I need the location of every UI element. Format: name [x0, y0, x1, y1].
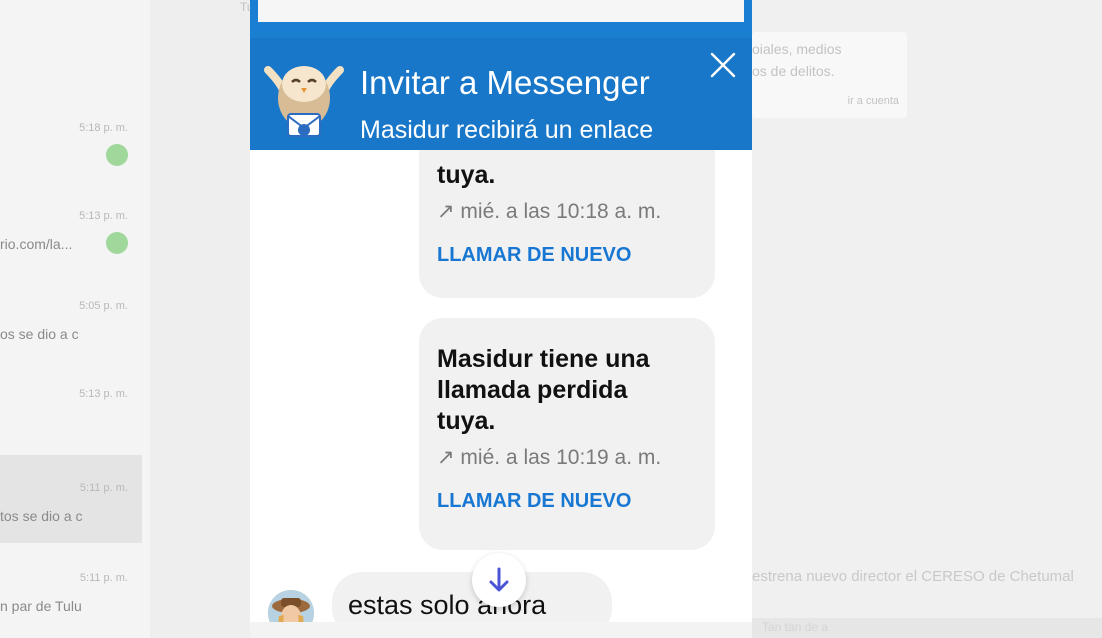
background-preview: rio.com/la...: [0, 236, 73, 252]
background-preview: os se dio a c: [0, 326, 79, 342]
missed-call-bubble: Masidur tiene una llamada perdida tuya. …: [419, 318, 715, 550]
scroll-down-button[interactable]: [472, 553, 526, 607]
background-time: 5:11 p. m.: [79, 482, 128, 494]
banner-subtitle: Masidur recibirá un enlace: [360, 116, 654, 144]
background-card: oiales, medios os de delitos. ir a cuent…: [752, 32, 907, 118]
background-preview: n par de Tulu: [0, 598, 82, 614]
background-footer: Tan tan de a: [752, 618, 1102, 638]
background-right-panel: oiales, medios os de delitos. ir a cuent…: [752, 0, 1102, 638]
background-badge: [106, 144, 128, 166]
background-chat-list: 5:18 p. m. 5:13 p. m. rio.com/la... 5:05…: [0, 0, 150, 638]
background-time: 5:13 p. m.: [79, 210, 128, 222]
background-selected-row: [0, 455, 142, 543]
background-card-line: oiales, medios: [752, 41, 842, 57]
background-card-button: ir a cuenta: [847, 95, 899, 107]
missed-call-time: ↗ mié. a las 10:19 a. m.: [437, 446, 662, 469]
messenger-screen: tuya. ↗ mié. a las 10:18 a. m. LLAMAR DE…: [250, 0, 752, 638]
top-strip-inner: [258, 0, 744, 22]
background-time: 5:18 p. m.: [79, 122, 128, 134]
bottom-bar: [250, 622, 752, 638]
arrow-down-icon: [489, 567, 509, 592]
call-again-button[interactable]: LLAMAR DE NUEVO: [437, 244, 697, 267]
invite-banner: Invitar a Messenger Masidur recibirá un …: [250, 38, 752, 150]
background-card-line: os de delitos.: [752, 63, 835, 79]
close-icon: [710, 52, 736, 78]
missed-call-text: Masidur tiene una llamada perdida tuya.: [437, 345, 650, 435]
background-badge: [106, 232, 128, 254]
background-preview: tos se dio a c: [0, 508, 83, 524]
background-news: estrena nuevo director el CERESO de Chet…: [752, 568, 1074, 585]
background-time: 5:11 p. m.: [79, 572, 128, 584]
banner-title: Invitar a Messenger: [360, 64, 650, 101]
top-strip: [250, 0, 752, 40]
owl-mascot-icon: [262, 52, 346, 142]
background-time: 5:05 p. m.: [79, 300, 128, 312]
call-again-button[interactable]: LLAMAR DE NUEVO: [437, 490, 697, 513]
missed-call-time: ↗ mié. a las 10:18 a. m.: [437, 200, 662, 223]
background-time: 5:13 p. m.: [79, 388, 128, 400]
close-button[interactable]: [708, 50, 738, 80]
background-footer-text: Tan tan de a: [762, 620, 829, 634]
